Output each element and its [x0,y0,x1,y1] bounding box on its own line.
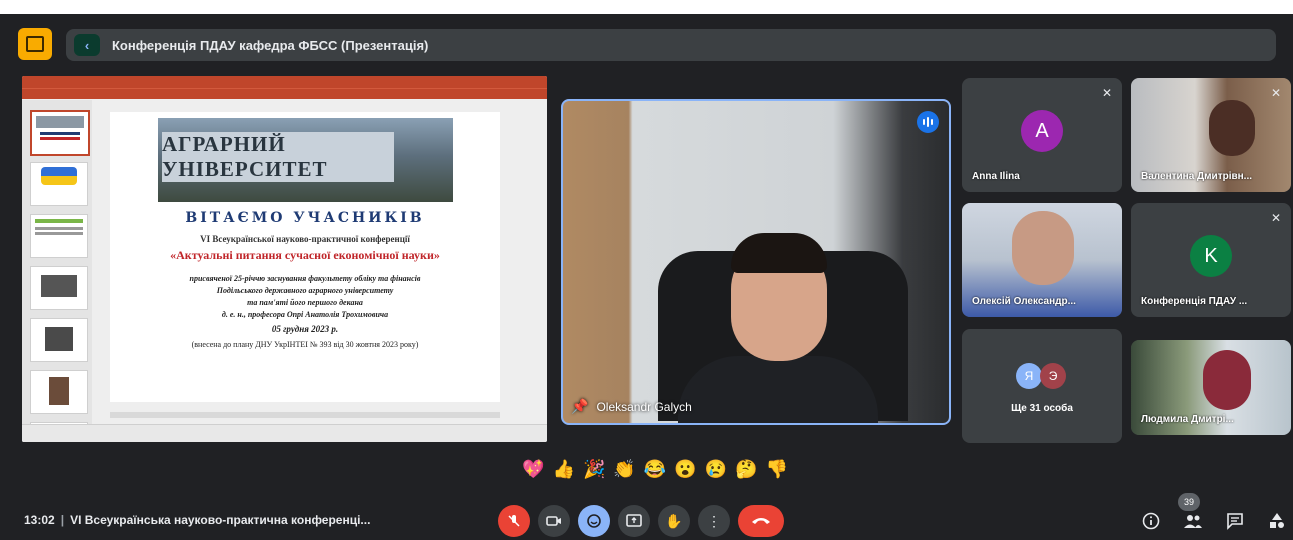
meeting-name: VI Всеукраїнська науково-практична конфе… [70,513,371,527]
leave-call-button[interactable] [738,505,784,537]
slide-thumbnail[interactable] [30,162,88,206]
present-button[interactable] [618,505,650,537]
more-options-button[interactable]: ⋮ [698,505,730,537]
participant-tile[interactable]: Людмила Дмитрі... [1131,340,1291,435]
people-button[interactable] [1182,510,1204,532]
speaker-name: Oleksandr Galych [596,399,692,414]
participant-name: Валентина Дмитрівн... [1141,171,1253,182]
speaker-label: 📌 Oleksandr Galych [571,398,692,415]
more-participants-label: Ще 31 особа [1011,403,1073,414]
chat-button[interactable] [1224,510,1246,532]
presentation-banner: ‹ Конференція ПДАУ кафедра ФБСС (Презент… [18,24,1278,64]
mic-off-icon [508,515,520,527]
heart-reaction-icon[interactable]: 💖 [522,458,544,480]
meeting-info: 13:02 | VI Всеукраїнська науково-практич… [24,513,370,527]
slide-line: Подільського державного аграрного універ… [216,286,394,295]
side-panel-controls [1140,510,1288,532]
slide-photo: АГРАРНИЙ УНІВЕРСИТЕТ [158,118,453,202]
pin-icon[interactable]: 📌 [571,398,588,415]
mic-off-icon: ✕ [1270,86,1281,100]
slide-heading: ВІТАЄМО УЧАСНИКІВ [185,210,425,226]
slide-thumbnail[interactable] [30,214,88,258]
current-slide: АГРАРНИЙ УНІВЕРСИТЕТ ВІТАЄМО УЧАСНИКІВ V… [110,112,500,402]
presentation-title-bar: ‹ Конференція ПДАУ кафедра ФБСС (Презент… [66,29,1276,61]
avatar: Э [1040,363,1066,389]
info-icon [1142,512,1160,530]
ppt-ribbon [22,88,547,99]
slide-thumbnail[interactable] [30,318,88,362]
participant-count-badge: 39 [1178,493,1200,511]
participant-name: Олексій Олександр... [972,296,1076,307]
slide-line: та пам'яті його першого декана [247,298,363,307]
more-participants-tile[interactable]: Я Э Ще 31 особа [962,329,1122,443]
slide-line: д. е. н., професора Опрі Анатолія Трохим… [221,310,389,319]
expand-icon[interactable]: ‹ [74,34,100,56]
present-screen-icon [626,514,642,527]
slide-subheading: VI Всеукраїнської науково-практичної кон… [200,234,410,244]
participant-tile[interactable]: K ✕ Конференція ПДАУ ... [1131,203,1291,317]
slide-conference-title: «Актуальні питання сучасної економічної … [170,248,440,262]
call-controls: ✋ ⋮ [498,505,784,537]
clap-reaction-icon[interactable]: 👏 [613,458,635,480]
camera-icon [546,516,561,526]
presentation-icon[interactable] [18,28,52,60]
speaking-indicator-icon [917,111,939,133]
activities-icon [1270,513,1284,528]
mic-toggle-button[interactable] [498,505,530,537]
mic-off-icon: ✕ [1101,86,1112,100]
sad-reaction-icon[interactable]: 😢 [705,458,727,480]
avatar: K [1190,235,1232,277]
more-vert-icon: ⋮ [707,512,721,529]
slide-sign: АГРАРНИЙ УНІВЕРСИТЕТ [162,132,394,182]
ppt-title-bar [22,76,547,88]
reactions-bar: 💖 👍 🎉 👏 😂 😮 😢 🤔 👎 [500,452,810,486]
participant-figure [1012,211,1074,285]
slide-scrollbar[interactable] [110,412,500,418]
ppt-status-bar [22,424,547,442]
thumbs-up-reaction-icon[interactable]: 👍 [553,458,575,480]
slide-thumbnail[interactable] [30,110,90,156]
activities-button[interactable] [1266,510,1288,532]
mic-off-icon: ✕ [1270,211,1281,225]
participant-tile[interactable]: A ✕ Anna Ilina [962,78,1122,192]
speaker-hair [731,233,827,273]
laugh-reaction-icon[interactable]: 😂 [644,458,666,480]
captions-button[interactable] [578,505,610,537]
shared-presentation[interactable]: АГРАРНИЙ УНІВЕРСИТЕТ ВІТАЄМО УЧАСНИКІВ V… [22,76,547,442]
thinking-reaction-icon[interactable]: 🤔 [735,458,757,480]
slide-date: 05 грудня 2023 р. [271,324,339,334]
participant-name: Людмила Дмитрі... [1141,414,1234,425]
separator: | [60,513,65,527]
participant-figure [1203,350,1251,410]
window-top-edge [0,0,1293,14]
surprised-reaction-icon[interactable]: 😮 [674,458,696,480]
slide-thumbnails [22,100,92,442]
slide-line: присвяченої 25-річчю заснування факульте… [189,274,421,283]
participant-name: Anna Ilina [972,171,1020,182]
avatar: Я [1016,363,1042,389]
slide-thumbnail[interactable] [30,370,88,414]
participant-tile[interactable]: Олексій Олександр... [962,203,1122,317]
hand-icon: ✋ [665,512,683,529]
speaker-body [678,356,878,423]
participant-tile[interactable]: ✕ Валентина Дмитрівн... [1131,78,1291,192]
participant-name: Конференція ПДАУ ... [1141,296,1248,307]
slide-note: (внесена до плану ДНУ УкрІНТЕІ № 393 від… [191,340,419,349]
camera-toggle-button[interactable] [538,505,570,537]
avatar: A [1021,110,1063,152]
clock: 13:02 [24,513,55,527]
people-icon [1184,515,1202,528]
speaker-tile[interactable]: 📌 Oleksandr Galych [561,99,951,425]
party-reaction-icon[interactable]: 🎉 [583,458,605,480]
presentation-title: Конференція ПДАУ кафедра ФБСС (Презентац… [112,37,429,53]
participant-figure [1209,100,1255,156]
emoji-icon [587,514,601,528]
slide-thumbnail[interactable] [30,266,88,310]
chat-icon [1227,513,1243,530]
phone-hangup-icon [752,518,770,524]
meeting-details-button[interactable] [1140,510,1162,532]
raise-hand-button[interactable]: ✋ [658,505,690,537]
thumbs-down-reaction-icon[interactable]: 👎 [765,458,787,480]
